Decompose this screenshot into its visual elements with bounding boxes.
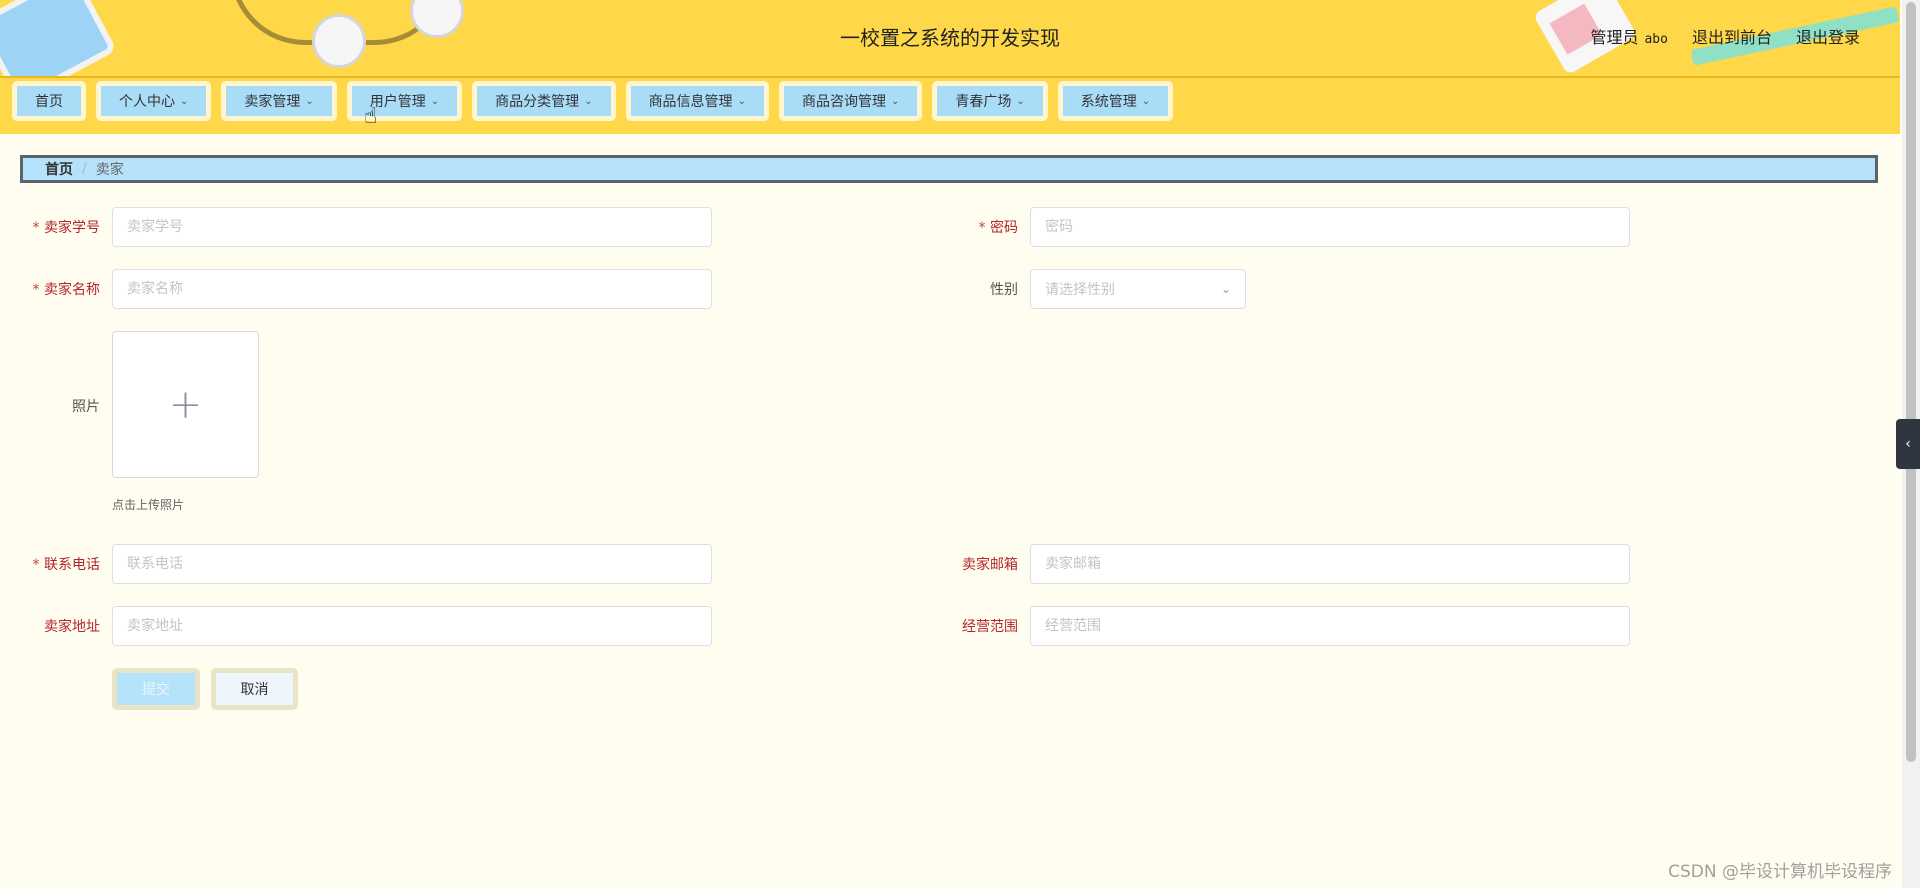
form-row-phone: 联系电话	[20, 544, 712, 584]
gender-select[interactable]: 请选择性别 ⌄	[1030, 269, 1246, 309]
admin-username: abo	[1644, 32, 1668, 47]
nav-item-label: 卖家管理	[244, 94, 301, 110]
hand-cursor-icon: ☝	[364, 104, 378, 129]
password-label: 密码	[938, 217, 1030, 237]
chevron-down-icon: ⌄	[430, 95, 440, 107]
photo-label: 照片	[72, 399, 100, 415]
form-row-password: 密码	[938, 207, 1630, 247]
breadcrumb: 首页 / 卖家	[20, 155, 1878, 183]
scope-label: 经营范围	[962, 619, 1018, 635]
admin-role: 管理员	[1590, 28, 1639, 47]
chevron-down-icon: ⌄	[180, 95, 189, 107]
seller-no-input[interactable]	[112, 207, 712, 247]
header-actions: 管理员 abo 退出到前台 退出登录	[1590, 24, 1860, 48]
chevron-down-icon: ⌄	[584, 95, 593, 107]
nav-item-inquiry-management[interactable]: 商品咨询管理 ⌄	[778, 81, 923, 121]
seller-no-label: 卖家学号	[20, 217, 112, 237]
form-row-gender: 性别 请选择性别 ⌄	[938, 269, 1246, 309]
password-input[interactable]	[1030, 207, 1630, 247]
to-front-link[interactable]: 退出到前台	[1692, 24, 1772, 48]
form-row-seller-no: 卖家学号	[20, 207, 712, 247]
address-input[interactable]	[112, 606, 712, 646]
phone-input[interactable]	[112, 544, 712, 584]
email-input[interactable]	[1030, 544, 1630, 584]
nav-item-label: 用户管理	[369, 94, 426, 110]
address-label: 卖家地址	[44, 619, 100, 635]
watermark: CSDN @毕设计算机毕设程序	[1668, 862, 1892, 882]
main-nav: 首页 个人中心 ⌄ 卖家管理 ⌄ 用户管理 ⌄ 商品分类管理 ⌄ 商品信息管理 …	[0, 78, 1900, 134]
form-row-seller-name: 卖家名称	[20, 269, 712, 309]
submit-button[interactable]: 提交	[112, 668, 200, 710]
seller-name-label: 卖家名称	[20, 279, 112, 299]
chevron-down-icon: ⌄	[1016, 95, 1025, 107]
scrollbar-thumb[interactable]	[1906, 2, 1916, 762]
nav-item-label: 系统管理	[1080, 94, 1137, 110]
seller-name-input[interactable]	[112, 269, 712, 309]
nav-item-label: 商品信息管理	[648, 94, 733, 110]
chevron-down-icon: ⌄	[1141, 95, 1151, 107]
cancel-button[interactable]: 取消	[211, 668, 298, 710]
form-row-email: 卖家邮箱	[938, 544, 1630, 584]
nav-item-product-management[interactable]: 商品信息管理 ⌄	[625, 81, 769, 121]
nav-item-home[interactable]: 首页	[12, 81, 86, 121]
breadcrumb-home[interactable]: 首页	[45, 159, 73, 179]
nav-item-label: 青春广场	[955, 94, 1012, 110]
nav-item-category-management[interactable]: 商品分类管理 ⌄	[472, 81, 616, 121]
nav-item-seller-management[interactable]: 卖家管理 ⌄	[221, 81, 337, 121]
nav-item-system-management[interactable]: 系统管理 ⌄	[1057, 81, 1174, 121]
chevron-down-icon: ⌄	[1220, 282, 1231, 296]
chevron-down-icon: ⌄	[737, 95, 746, 107]
nav-item-label: 商品咨询管理	[801, 94, 886, 110]
chevron-down-icon: ⌄	[305, 95, 314, 107]
nav-item-youth-square[interactable]: 青春广场 ⌄	[932, 81, 1048, 121]
admin-info: 管理员 abo	[1590, 24, 1668, 48]
gender-select-placeholder: 请选择性别	[1045, 282, 1115, 298]
form-row-scope: 经营范围	[938, 606, 1630, 646]
photo-uploader[interactable]: +	[112, 331, 259, 478]
scope-input[interactable]	[1030, 606, 1630, 646]
chevron-down-icon: ⌄	[890, 95, 900, 107]
plus-icon: +	[168, 381, 203, 428]
gender-label: 性别	[990, 282, 1018, 298]
breadcrumb-separator: /	[82, 161, 87, 177]
breadcrumb-current: 卖家	[95, 162, 124, 178]
form-row-address: 卖家地址	[20, 606, 712, 646]
upload-hint: 点击上传照片	[112, 498, 185, 512]
logout-link[interactable]: 退出登录	[1796, 24, 1860, 48]
nav-item-label: 个人中心	[119, 94, 175, 110]
nav-item-label: 商品分类管理	[495, 94, 580, 110]
nav-item-label: 首页	[35, 94, 63, 110]
chevron-left-icon[interactable]: ‹	[1896, 419, 1920, 469]
top-header: 一校置之系统的开发实现 管理员 abo 退出到前台 退出登录	[0, 0, 1900, 78]
email-label: 卖家邮箱	[962, 557, 1018, 573]
nav-item-personal-center[interactable]: 个人中心 ⌄	[96, 81, 212, 121]
phone-label: 联系电话	[20, 554, 112, 574]
